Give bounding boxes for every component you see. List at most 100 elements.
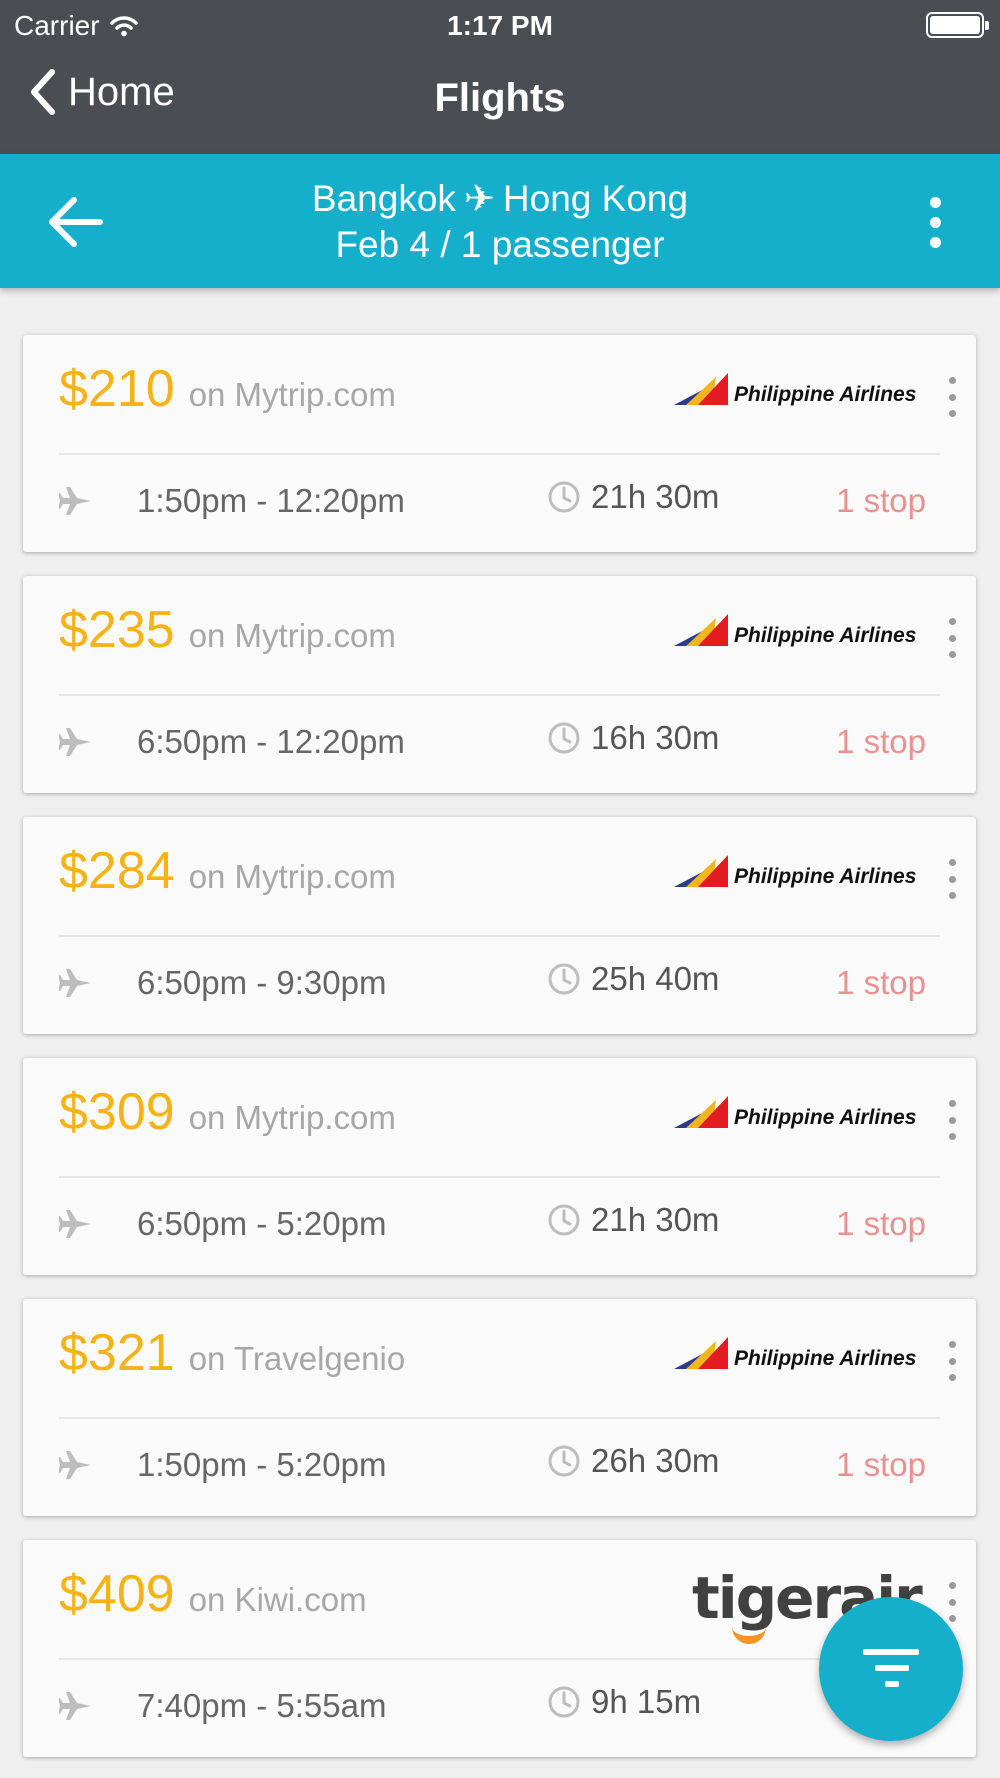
divider bbox=[59, 1417, 940, 1419]
plane-icon bbox=[59, 1451, 91, 1479]
route: Bangkok ✈ Hong Kong bbox=[200, 176, 800, 222]
price: $309 bbox=[59, 1083, 175, 1141]
more-vertical-icon bbox=[929, 196, 941, 208]
price: $235 bbox=[59, 601, 175, 659]
search-summary-bar: Bangkok ✈ Hong Kong Feb 4 / 1 passenger bbox=[0, 154, 1000, 288]
airline-name: Philippine Airlines bbox=[734, 1106, 916, 1129]
flight-result-card[interactable]: $309 on Mytrip.com Philippine Airlines 6… bbox=[23, 1058, 976, 1275]
flight-times: 7:40pm - 5:55am bbox=[137, 1687, 387, 1724]
flight-details: 6:50pm - 5:20pm 21h 30m 1 stop bbox=[59, 1201, 926, 1245]
flight-details: 7:40pm - 5:55am 9h 15m bbox=[59, 1683, 926, 1727]
card-overflow-button[interactable] bbox=[942, 1582, 962, 1622]
more-vertical-icon bbox=[948, 618, 956, 625]
vendor: on Mytrip.com bbox=[188, 376, 396, 413]
stops: 1 stop bbox=[836, 482, 926, 519]
airline-name: Philippine Airlines bbox=[734, 1347, 916, 1370]
divider bbox=[59, 935, 940, 937]
plane-icon bbox=[59, 728, 91, 756]
stops: 1 stop bbox=[836, 723, 926, 760]
home-back-button[interactable]: Home bbox=[28, 68, 175, 116]
flight-details: 6:50pm - 9:30pm 25h 40m 1 stop bbox=[59, 960, 926, 1004]
philippine-airlines-logo: Philippine Airlines bbox=[674, 1096, 916, 1129]
flight-times: 6:50pm - 5:20pm bbox=[137, 1205, 387, 1242]
flight-result-card[interactable]: $210 on Mytrip.com Philippine Airlines 1… bbox=[23, 335, 976, 552]
price-row: $321 on Travelgenio bbox=[59, 1323, 405, 1383]
battery-icon bbox=[926, 12, 989, 38]
back-label: Home bbox=[68, 69, 175, 114]
vendor: on Mytrip.com bbox=[188, 858, 396, 895]
flight-duration: 9h 15m bbox=[591, 1683, 702, 1720]
flight-duration: 26h 30m bbox=[591, 1442, 720, 1479]
search-summary: Bangkok ✈ Hong Kong Feb 4 / 1 passenger bbox=[200, 176, 800, 268]
flight-result-card[interactable]: $284 on Mytrip.com Philippine Airlines 6… bbox=[23, 817, 976, 1034]
flight-times: 6:50pm - 9:30pm bbox=[137, 964, 387, 1001]
card-overflow-button[interactable] bbox=[942, 1341, 962, 1381]
plane-icon bbox=[59, 969, 91, 997]
clock-icon bbox=[548, 963, 580, 995]
flight-duration: 16h 30m bbox=[591, 719, 720, 756]
origin-city: Bangkok bbox=[311, 178, 456, 219]
flight-results-list: $210 on Mytrip.com Philippine Airlines 1… bbox=[23, 335, 976, 1778]
more-vertical-icon bbox=[948, 377, 956, 384]
plane-separator-icon: ✈ bbox=[463, 178, 495, 219]
chevron-left-icon bbox=[31, 69, 55, 115]
clock-icon bbox=[548, 1686, 580, 1718]
more-vertical-icon bbox=[948, 1100, 956, 1107]
trip-details: Feb 4 / 1 passenger bbox=[335, 224, 665, 265]
more-vertical-icon bbox=[948, 1582, 956, 1589]
clock-icon bbox=[548, 722, 580, 754]
price-row: $210 on Mytrip.com bbox=[59, 359, 396, 419]
more-options-button[interactable] bbox=[920, 190, 950, 254]
price: $284 bbox=[59, 842, 175, 900]
divider bbox=[59, 694, 940, 696]
price-row: $284 on Mytrip.com bbox=[59, 841, 396, 901]
price-row: $409 on Kiwi.com bbox=[59, 1564, 367, 1624]
flight-details: 6:50pm - 12:20pm 16h 30m 1 stop bbox=[59, 719, 926, 763]
status-time: 1:17 PM bbox=[447, 10, 553, 41]
card-overflow-button[interactable] bbox=[942, 1100, 962, 1140]
card-overflow-button[interactable] bbox=[942, 618, 962, 658]
flight-result-card[interactable]: $235 on Mytrip.com Philippine Airlines 6… bbox=[23, 576, 976, 793]
divider bbox=[59, 1176, 940, 1178]
plane-icon bbox=[59, 1692, 91, 1720]
arrow-left-icon bbox=[49, 197, 103, 247]
flight-details: 1:50pm - 12:20pm 21h 30m 1 stop bbox=[59, 478, 926, 522]
filter-button[interactable] bbox=[819, 1597, 963, 1741]
card-overflow-button[interactable] bbox=[942, 859, 962, 899]
price-row: $309 on Mytrip.com bbox=[59, 1082, 396, 1142]
price-row: $235 on Mytrip.com bbox=[59, 600, 396, 660]
vendor: on Travelgenio bbox=[188, 1340, 406, 1377]
plane-icon bbox=[59, 487, 91, 515]
flight-details: 1:50pm - 5:20pm 26h 30m 1 stop bbox=[59, 1442, 926, 1486]
clock-icon bbox=[548, 1204, 580, 1236]
back-arrow-button[interactable] bbox=[44, 190, 108, 254]
logo-accent bbox=[732, 1626, 766, 1644]
philippine-airlines-logo: Philippine Airlines bbox=[674, 373, 916, 406]
flight-times: 1:50pm - 5:20pm bbox=[137, 1446, 387, 1483]
philippine-airlines-logo: Philippine Airlines bbox=[674, 1337, 916, 1370]
stops: 1 stop bbox=[836, 1446, 926, 1483]
ios-header: Carrier 1:17 PM Home Flights bbox=[0, 0, 1000, 154]
philippine-airlines-logo: Philippine Airlines bbox=[674, 855, 916, 888]
vendor: on Mytrip.com bbox=[188, 1099, 396, 1136]
price: $321 bbox=[59, 1324, 175, 1382]
flight-times: 1:50pm - 12:20pm bbox=[137, 482, 405, 519]
divider bbox=[59, 1658, 940, 1660]
airline-name: Philippine Airlines bbox=[734, 383, 916, 406]
plane-icon bbox=[59, 1210, 91, 1238]
vendor: on Mytrip.com bbox=[188, 617, 396, 654]
stops: 1 stop bbox=[836, 1205, 926, 1242]
card-overflow-button[interactable] bbox=[942, 377, 962, 417]
flight-duration: 21h 30m bbox=[591, 1201, 720, 1238]
airline-name: Philippine Airlines bbox=[734, 865, 916, 888]
flight-result-card[interactable]: $321 on Travelgenio Philippine Airlines … bbox=[23, 1299, 976, 1516]
philippine-airlines-logo: Philippine Airlines bbox=[674, 614, 916, 647]
navigation-bar: Home Flights bbox=[0, 60, 1000, 140]
price: $409 bbox=[59, 1565, 175, 1623]
destination-city: Hong Kong bbox=[502, 178, 689, 219]
price: $210 bbox=[59, 360, 175, 418]
airline-name: Philippine Airlines bbox=[734, 624, 916, 647]
flight-duration: 25h 40m bbox=[591, 960, 720, 997]
flight-times: 6:50pm - 12:20pm bbox=[137, 723, 405, 760]
clock-icon bbox=[548, 1445, 580, 1477]
